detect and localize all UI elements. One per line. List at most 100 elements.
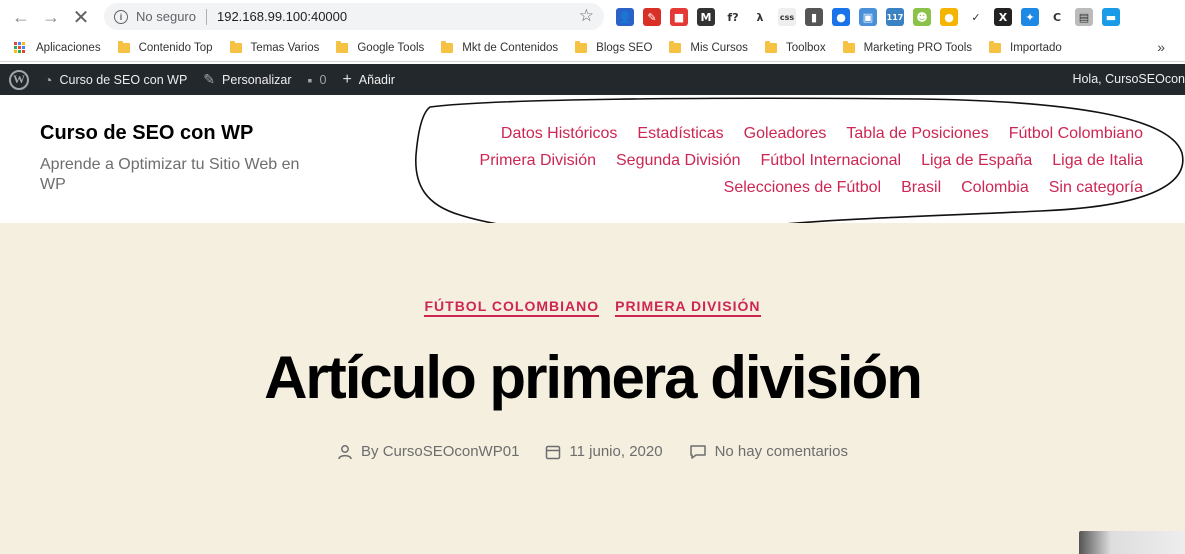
menu-item[interactable]: Fútbol Colombiano xyxy=(1009,120,1143,147)
folder-icon xyxy=(842,40,855,53)
bookmarks-overflow-icon[interactable]: » xyxy=(1157,39,1165,55)
admin-customize[interactable]: ✎ Personalizar xyxy=(203,71,291,88)
bookmark-folder-label: Marketing PRO Tools xyxy=(863,41,973,54)
window-ext-icon[interactable]: ▬ xyxy=(1102,8,1120,26)
folder-icon xyxy=(669,40,682,53)
menu-item[interactable]: Sin categoría xyxy=(1049,174,1143,201)
browser-toolbar: ← → ✕ i No seguro 192.168.99.100:40000 ☆… xyxy=(0,0,1185,34)
bookmark-folder[interactable]: Toolbox xyxy=(764,40,826,54)
back-icon[interactable]: ← xyxy=(6,2,36,32)
wordpress-logo-icon[interactable]: W xyxy=(9,69,29,90)
post-date[interactable]: 11 junio, 2020 xyxy=(545,443,663,460)
site-header: Curso de SEO con WP Aprende a Optimizar … xyxy=(0,95,1185,223)
post-meta: By CursoSEOconWP01 11 junio, 2020 No hay… xyxy=(0,443,1185,460)
comment-bubble-icon: ▪ xyxy=(307,71,313,88)
bookmark-folder[interactable]: Importado xyxy=(989,40,1062,54)
bookmark-folder-label: Toolbox xyxy=(785,41,826,54)
bookmark-folder[interactable]: Google Tools xyxy=(336,40,424,54)
bookmark-folder[interactable]: Temas Varios xyxy=(229,40,319,54)
fx-ext-icon[interactable]: f? xyxy=(724,8,742,26)
tab-ext-icon[interactable]: ▣ xyxy=(859,8,877,26)
url-text[interactable]: 192.168.99.100:40000 xyxy=(217,9,347,24)
post-comments[interactable]: No hay comentarios xyxy=(689,443,848,460)
m-ext-icon[interactable]: M xyxy=(697,8,715,26)
bookmark-folder[interactable]: Blogs SEO xyxy=(575,40,653,54)
site-title[interactable]: Curso de SEO con WP xyxy=(40,122,253,145)
apps-grid-icon xyxy=(14,41,26,54)
bookmark-folder-label: Mis Cursos xyxy=(690,41,748,54)
folder-icon xyxy=(575,40,588,53)
bookmark-folder[interactable]: Mkt de Contenidos xyxy=(441,40,559,54)
c-ext-icon[interactable]: C xyxy=(1048,8,1066,26)
post-category-link[interactable]: PRIMERA DIVISIÓN xyxy=(615,298,761,317)
primary-menu: Datos Históricos Estadísticas Goleadores Ta… xyxy=(423,120,1143,201)
post-author[interactable]: By CursoSEOconWP01 xyxy=(337,443,519,460)
post-category-link[interactable]: FÚTBOL COLOMBIANO xyxy=(424,298,600,317)
menu-item[interactable]: Liga de Italia xyxy=(1052,147,1143,174)
menu-item[interactable]: Fútbol Internacional xyxy=(761,147,902,174)
folder-icon xyxy=(441,40,454,53)
css-ext-icon[interactable]: css xyxy=(778,8,796,26)
menu-item[interactable]: Segunda División xyxy=(616,147,741,174)
menu-item[interactable]: Brasil xyxy=(901,174,941,201)
menu-item[interactable]: Datos Históricos xyxy=(501,120,617,147)
dots-ext-icon[interactable]: ● xyxy=(940,8,958,26)
menu-item[interactable]: Colombia xyxy=(961,174,1029,201)
admin-site-name-label: Curso de SEO con WP xyxy=(59,72,188,87)
post-comments-label: No hay comentarios xyxy=(714,443,848,460)
folder-icon xyxy=(229,40,242,53)
admin-site-name[interactable]: ◔ Curso de SEO con WP xyxy=(44,72,187,88)
stop-loading-icon[interactable]: ✕ xyxy=(66,2,96,32)
post-author-label: By CursoSEOconWP01 xyxy=(361,443,520,460)
blue-ext-icon[interactable]: ● xyxy=(832,8,850,26)
bookmark-folder[interactable]: Marketing PRO Tools xyxy=(842,40,973,54)
menu-item[interactable]: Primera División xyxy=(480,147,596,174)
folder-icon xyxy=(764,40,777,53)
menu-item[interactable]: Goleadores xyxy=(744,120,827,147)
lambda-ext-icon[interactable]: λ xyxy=(751,8,769,26)
admin-add-new-label: Añadir xyxy=(358,72,395,87)
admin-account-greeting[interactable]: Hola, CursoSEOcon xyxy=(1072,72,1185,86)
brush-ext-icon[interactable]: ✓ xyxy=(967,8,985,26)
dashboard-icon: ◔ xyxy=(44,71,53,88)
post-area: FÚTBOL COLOMBIANO PRIMERA DIVISIÓN Artícu… xyxy=(0,223,1185,554)
admin-customize-label: Personalizar xyxy=(222,72,292,87)
extensions-bar: 👤 ✎ ■ Mf? λ css ▮ ● ▣ 117 ☻ ● ✓ X ✦ C ▤ ▬ xyxy=(616,6,1120,28)
address-bar[interactable]: i No seguro 192.168.99.100:40000 ☆ xyxy=(104,3,604,30)
menu-item[interactable]: Tabla de Posiciones xyxy=(846,120,988,147)
badge-ext-icon[interactable]: 117 xyxy=(886,8,904,26)
red-ext-icon[interactable]: ■ xyxy=(670,8,688,26)
folder-icon xyxy=(336,40,349,53)
feather-ext-icon[interactable]: ✦ xyxy=(1021,8,1039,26)
omnibox-divider xyxy=(205,8,207,25)
bookmark-folder-label: Contenido Top xyxy=(138,41,213,54)
info-icon[interactable]: i xyxy=(114,9,128,24)
barcode-ext-icon[interactable]: ▮ xyxy=(805,8,823,26)
wp-admin-bar: W ◔ Curso de SEO con WP ✎ Personalizar ▪… xyxy=(0,64,1185,95)
clip-ext-icon[interactable]: ▤ xyxy=(1075,8,1093,26)
bookmark-apps-label: Aplicaciones xyxy=(36,41,101,54)
admin-comments[interactable]: ▪ 0 xyxy=(308,72,327,88)
calendar-icon xyxy=(546,445,561,459)
menu-item[interactable]: Estadísticas xyxy=(637,120,723,147)
plus-icon: + xyxy=(342,70,352,88)
bookmark-folders: Contenido Top Temas Varios Google Tools Mkt… xyxy=(117,40,1079,54)
bookmarks-bar: Aplicaciones Contenido Top Temas Varios Go… xyxy=(0,34,1185,62)
bookmark-folder-label: Mkt de Contenidos xyxy=(462,41,559,54)
bookmark-folder[interactable]: Contenido Top xyxy=(117,40,213,54)
bookmark-apps[interactable]: Aplicaciones xyxy=(14,41,101,54)
menu-item[interactable]: Liga de España xyxy=(921,147,1032,174)
pen-ext-icon[interactable]: ✎ xyxy=(643,8,661,26)
brush-icon: ✎ xyxy=(203,71,216,87)
post-date-label: 11 junio, 2020 xyxy=(569,443,663,460)
bookmark-folder[interactable]: Mis Cursos xyxy=(669,40,748,54)
bookmark-star-icon[interactable]: ☆ xyxy=(579,6,594,26)
forward-icon[interactable]: → xyxy=(36,2,66,32)
android-ext-icon[interactable]: ☻ xyxy=(913,8,931,26)
menu-item[interactable]: Selecciones de Fútbol xyxy=(724,174,881,201)
person-ext-icon[interactable]: 👤 xyxy=(616,8,634,26)
bookmark-folder-label: Blogs SEO xyxy=(596,41,653,54)
admin-add-new[interactable]: + Añadir xyxy=(342,71,394,89)
post-categories: FÚTBOL COLOMBIANO PRIMERA DIVISIÓN xyxy=(0,298,1185,317)
x-ext-icon[interactable]: X xyxy=(994,8,1012,26)
